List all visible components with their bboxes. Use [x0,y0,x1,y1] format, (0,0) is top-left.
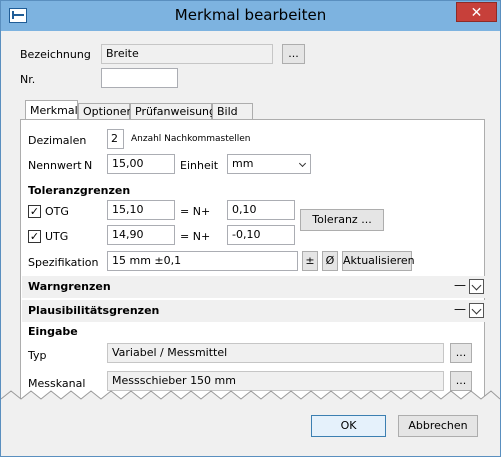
expand-chevron-icon[interactable] [469,279,484,294]
otg-checkbox[interactable]: ✓ [28,205,41,218]
utg-field[interactable]: 14,90 [107,225,175,245]
spezifikation-field[interactable]: 15 mm ±0,1 [107,251,298,271]
warngrenzen-heading: Warngrenzen [28,280,111,293]
title-bar: Merkmal bearbeiten ✕ [1,1,500,31]
messkanal-browse-button[interactable]: ... [450,371,472,391]
dialog-window: Merkmal bearbeiten ✕ Bezeichnung Breite … [0,0,501,457]
bezeichnung-label: Bezeichnung [20,48,91,61]
otg-field[interactable]: 15,10 [107,200,175,220]
nennwert-field[interactable]: 15,00 [107,154,175,174]
collapse-icon: — [454,278,466,292]
cancel-button[interactable]: Abbrechen [398,415,478,437]
otg-formula: = N+ [180,205,211,218]
einheit-label: Einheit [180,159,219,172]
tab-panel-merkmal: Dezimalen 2 Anzahl Nachkommastellen Nenn… [20,119,485,401]
diameter-button[interactable]: Ø [322,251,338,271]
aktualisieren-button[interactable]: Aktualisieren [342,251,415,271]
nr-field[interactable] [101,68,178,88]
typ-browse-button[interactable]: ... [450,343,472,363]
nr-label: Nr. [20,73,36,86]
otg-label: OTG [45,205,69,218]
ok-button[interactable]: OK [311,415,386,437]
plausibilitaet-section[interactable]: Plausibilitätsgrenzen — [22,300,485,322]
einheit-select[interactable]: mm [227,154,311,174]
utg-checkbox[interactable]: ✓ [28,230,41,243]
plus-minus-button[interactable]: ± [302,251,318,271]
collapse-icon: — [454,302,466,316]
window-title: Merkmal bearbeiten [174,6,327,24]
toleranzgrenzen-heading: Toleranzgrenzen [28,184,131,197]
warngrenzen-section[interactable]: Warngrenzen — [22,276,485,298]
utg-label: UTG [45,230,69,243]
tab-optionen[interactable]: Optionen [78,103,133,120]
tab-pruefanweisung[interactable]: Prüfanweisung [130,103,216,120]
typ-label: Typ [28,349,47,362]
toleranz-button[interactable]: Toleranz ... [300,209,384,231]
nennwert-symbol: N [84,159,93,172]
tab-merkmal[interactable]: Merkmal [25,100,78,120]
torn-edge-divider [1,390,500,409]
eingabe-heading: Eingabe [28,325,78,338]
einheit-value: mm [232,157,254,170]
dezimalen-field[interactable]: 2 [107,129,124,149]
bezeichnung-browse-button[interactable]: ... [282,44,305,64]
tab-bild[interactable]: Bild [212,103,253,120]
utg-formula: = N+ [180,230,211,243]
expand-chevron-icon[interactable] [469,303,484,318]
nennwert-label: Nennwert [28,159,82,172]
dezimalen-label: Dezimalen [28,134,87,147]
typ-field[interactable]: Variabel / Messmittel [107,343,444,363]
dezimalen-hint: Anzahl Nachkommastellen [131,134,251,144]
plausibilitaet-heading: Plausibilitätsgrenzen [28,304,160,317]
bezeichnung-field[interactable]: Breite [101,44,273,64]
spezifikation-label: Spezifikation [28,256,99,269]
close-button[interactable]: ✕ [456,2,497,22]
utg-offset-field[interactable]: -0,10 [227,225,295,245]
otg-offset-field[interactable]: 0,10 [227,200,295,220]
messkanal-field[interactable]: Messschieber 150 mm [107,371,444,391]
chevron-down-icon [298,159,307,168]
